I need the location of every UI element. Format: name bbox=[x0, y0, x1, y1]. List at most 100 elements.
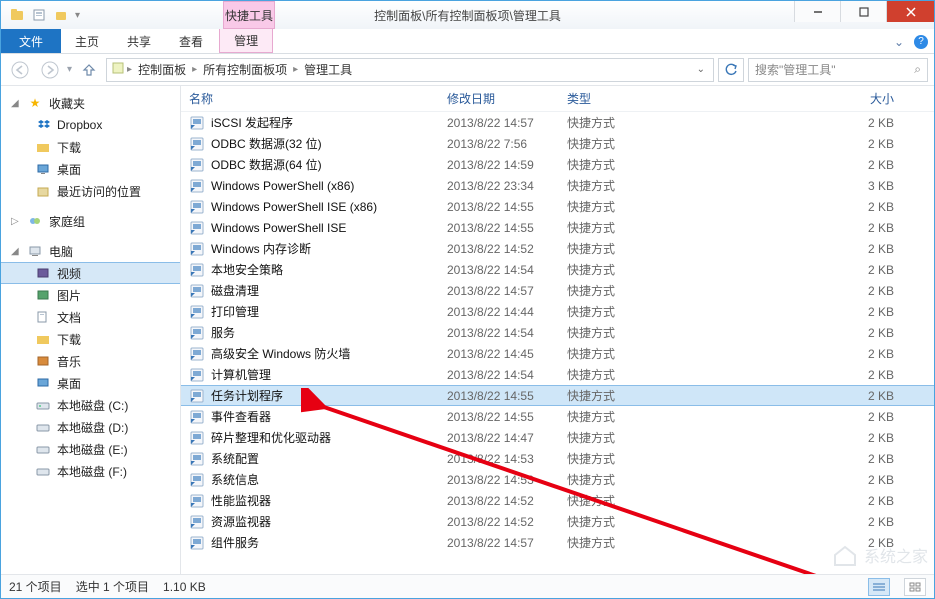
status-count: 21 个项目 bbox=[9, 578, 62, 595]
file-row[interactable]: 磁盘清理2013/8/22 14:57快捷方式2 KB bbox=[181, 280, 934, 301]
nav-fav-recent[interactable]: 最近访问的位置 bbox=[1, 180, 180, 202]
file-name: iSCSI 发起程序 bbox=[211, 114, 293, 131]
location-icon bbox=[111, 61, 125, 78]
help-icon[interactable]: ? bbox=[914, 35, 928, 49]
view-details-button[interactable] bbox=[868, 578, 890, 596]
body: ◢★收藏夹 Dropbox 下载 桌面 最近访问的位置 ▷家庭组 ◢电脑 视频图… bbox=[1, 86, 934, 574]
file-row[interactable]: 服务2013/8/22 14:54快捷方式2 KB bbox=[181, 322, 934, 343]
col-date[interactable]: 修改日期 bbox=[447, 90, 567, 107]
up-button[interactable] bbox=[76, 58, 102, 82]
col-type[interactable]: 类型 bbox=[567, 90, 677, 107]
nav-favorites[interactable]: ◢★收藏夹 bbox=[1, 92, 180, 114]
file-size: 2 KB bbox=[677, 326, 934, 340]
ribbon: 文件 主页 共享 查看 管理 ⌄ ? bbox=[1, 29, 934, 54]
qat-properties-icon[interactable] bbox=[31, 7, 47, 23]
file-size: 2 KB bbox=[677, 494, 934, 508]
file-row[interactable]: Windows PowerShell (x86)2013/8/22 23:34快… bbox=[181, 175, 934, 196]
file-date: 2013/8/22 14:53 bbox=[447, 473, 567, 487]
file-row[interactable]: 系统信息2013/8/22 14:53快捷方式2 KB bbox=[181, 469, 934, 490]
file-size: 2 KB bbox=[677, 263, 934, 277]
qat-newfolder-icon[interactable] bbox=[53, 7, 69, 23]
file-row[interactable]: ODBC 数据源(32 位)2013/8/22 7:56快捷方式2 KB bbox=[181, 133, 934, 154]
file-row[interactable]: 资源监视器2013/8/22 14:52快捷方式2 KB bbox=[181, 511, 934, 532]
refresh-button[interactable] bbox=[718, 58, 744, 82]
file-row[interactable]: 碎片整理和优化驱动器2013/8/22 14:47快捷方式2 KB bbox=[181, 427, 934, 448]
nav-computer-item[interactable]: 本地磁盘 (F:) bbox=[1, 460, 180, 482]
file-type: 快捷方式 bbox=[567, 135, 677, 152]
file-type: 快捷方式 bbox=[567, 366, 677, 383]
nav-computer-item[interactable]: 下载 bbox=[1, 328, 180, 350]
view-icons-button[interactable] bbox=[904, 578, 926, 596]
file-row[interactable]: ODBC 数据源(64 位)2013/8/22 14:59快捷方式2 KB bbox=[181, 154, 934, 175]
nav-pane[interactable]: ◢★收藏夹 Dropbox 下载 桌面 最近访问的位置 ▷家庭组 ◢电脑 视频图… bbox=[1, 86, 181, 574]
homegroup-icon bbox=[27, 213, 43, 229]
file-list[interactable]: iSCSI 发起程序2013/8/22 14:57快捷方式2 KBODBC 数据… bbox=[181, 112, 934, 574]
search-input[interactable]: 搜索"管理工具" ⌕ bbox=[748, 58, 928, 82]
nav-computer-item[interactable]: 视频 bbox=[1, 262, 180, 284]
crumb-sep-icon[interactable]: ▸ bbox=[192, 64, 197, 75]
file-row[interactable]: 本地安全策略2013/8/22 14:54快捷方式2 KB bbox=[181, 259, 934, 280]
crumb-1[interactable]: 所有控制面板项 bbox=[199, 61, 291, 78]
crumb-0[interactable]: 控制面板 bbox=[134, 61, 190, 78]
nav-homegroup[interactable]: ▷家庭组 bbox=[1, 210, 180, 232]
window-root: ▾ 快捷工具 控制面板\所有控制面板项\管理工具 文件 主页 共享 查看 管理 … bbox=[0, 0, 935, 599]
file-row[interactable]: Windows PowerShell ISE2013/8/22 14:55快捷方… bbox=[181, 217, 934, 238]
crumb-2[interactable]: 管理工具 bbox=[300, 61, 356, 78]
tab-share[interactable]: 共享 bbox=[113, 29, 165, 53]
file-row[interactable]: 计算机管理2013/8/22 14:54快捷方式2 KB bbox=[181, 364, 934, 385]
shortcut-icon bbox=[189, 262, 205, 278]
file-row[interactable]: 组件服务2013/8/22 14:57快捷方式2 KB bbox=[181, 532, 934, 553]
file-row[interactable]: iSCSI 发起程序2013/8/22 14:57快捷方式2 KB bbox=[181, 112, 934, 133]
file-name: Windows 内存诊断 bbox=[211, 240, 311, 257]
file-size: 2 KB bbox=[677, 452, 934, 466]
close-button[interactable] bbox=[886, 1, 934, 22]
nav-fav-desktop[interactable]: 桌面 bbox=[1, 158, 180, 180]
file-date: 2013/8/22 14:54 bbox=[447, 263, 567, 277]
nav-computer-item[interactable]: 文档 bbox=[1, 306, 180, 328]
nav-computer-item[interactable]: 音乐 bbox=[1, 350, 180, 372]
file-row[interactable]: 打印管理2013/8/22 14:44快捷方式2 KB bbox=[181, 301, 934, 322]
ribbon-expand-icon[interactable]: ⌄ bbox=[894, 35, 904, 49]
nav-computer-item[interactable]: 本地磁盘 (C:) bbox=[1, 394, 180, 416]
file-size: 2 KB bbox=[677, 389, 934, 403]
nav-computer-item[interactable]: 图片 bbox=[1, 284, 180, 306]
tab-home[interactable]: 主页 bbox=[61, 29, 113, 53]
file-type: 快捷方式 bbox=[567, 387, 677, 404]
file-name: 计算机管理 bbox=[211, 366, 271, 383]
crumb-sep-icon[interactable]: ▸ bbox=[293, 64, 298, 75]
file-row[interactable]: 任务计划程序2013/8/22 14:55快捷方式2 KB bbox=[181, 385, 934, 406]
crumb-sep-icon[interactable]: ▸ bbox=[127, 64, 132, 75]
history-dropdown-icon[interactable]: ▾ bbox=[67, 64, 72, 75]
qat-dropdown-icon[interactable]: ▾ bbox=[75, 10, 80, 21]
back-button[interactable] bbox=[7, 58, 33, 82]
file-type: 快捷方式 bbox=[567, 240, 677, 257]
drive-icon bbox=[35, 287, 51, 303]
col-size[interactable]: 大小 bbox=[677, 90, 934, 107]
maximize-button[interactable] bbox=[840, 1, 886, 22]
address-dropdown-icon[interactable]: ⌄ bbox=[693, 64, 709, 75]
col-name[interactable]: 名称 bbox=[189, 90, 447, 107]
file-row[interactable]: 事件查看器2013/8/22 14:55快捷方式2 KB bbox=[181, 406, 934, 427]
address-bar[interactable]: ▸ 控制面板 ▸ 所有控制面板项 ▸ 管理工具 ⌄ bbox=[106, 58, 714, 82]
nav-computer[interactable]: ◢电脑 bbox=[1, 240, 180, 262]
nav-fav-downloads[interactable]: 下载 bbox=[1, 136, 180, 158]
titlebar: ▾ 快捷工具 控制面板\所有控制面板项\管理工具 bbox=[1, 1, 934, 29]
file-name: 组件服务 bbox=[211, 534, 259, 551]
file-row[interactable]: Windows PowerShell ISE (x86)2013/8/22 14… bbox=[181, 196, 934, 217]
file-row[interactable]: 系统配置2013/8/22 14:53快捷方式2 KB bbox=[181, 448, 934, 469]
forward-button[interactable] bbox=[37, 58, 63, 82]
tab-file[interactable]: 文件 bbox=[1, 29, 61, 53]
file-type: 快捷方式 bbox=[567, 324, 677, 341]
tab-manage[interactable]: 管理 bbox=[219, 29, 273, 53]
file-row[interactable]: 高级安全 Windows 防火墙2013/8/22 14:45快捷方式2 KB bbox=[181, 343, 934, 364]
file-size: 2 KB bbox=[677, 473, 934, 487]
minimize-button[interactable] bbox=[794, 1, 840, 22]
tab-view[interactable]: 查看 bbox=[165, 29, 217, 53]
drive-icon bbox=[35, 397, 51, 413]
file-row[interactable]: Windows 内存诊断2013/8/22 14:52快捷方式2 KB bbox=[181, 238, 934, 259]
nav-computer-item[interactable]: 本地磁盘 (D:) bbox=[1, 416, 180, 438]
nav-fav-dropbox[interactable]: Dropbox bbox=[1, 114, 180, 136]
file-row[interactable]: 性能监视器2013/8/22 14:52快捷方式2 KB bbox=[181, 490, 934, 511]
nav-computer-item[interactable]: 本地磁盘 (E:) bbox=[1, 438, 180, 460]
nav-computer-item[interactable]: 桌面 bbox=[1, 372, 180, 394]
